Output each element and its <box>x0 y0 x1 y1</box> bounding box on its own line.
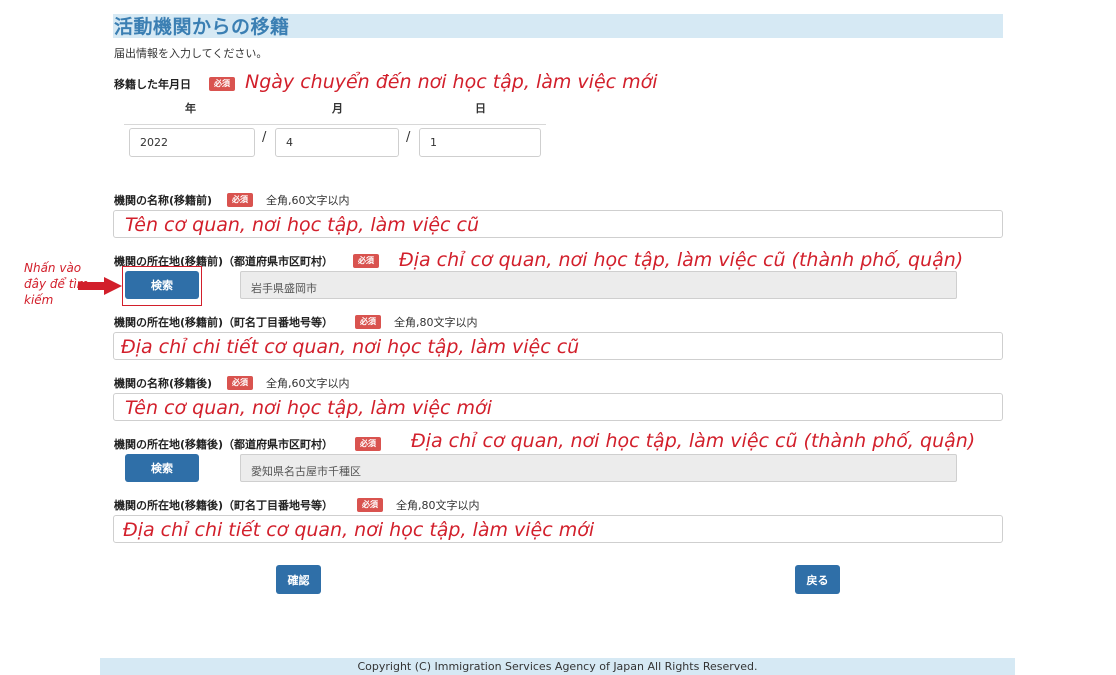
year-header: 年 <box>185 102 196 115</box>
arrow-right-icon <box>78 277 122 295</box>
addr-after-detail-annotation: Địa chỉ chi tiết cơ quan, nơi học tập, l… <box>123 519 595 541</box>
org-before-hint: 全角,60文字以内 <box>266 194 350 207</box>
required-badge: 必須 <box>355 315 381 329</box>
addr-before-city-annotation: Địa chỉ cơ quan, nơi học tập, làm việc c… <box>399 249 964 271</box>
addr-before-detail-hint: 全角,80文字以内 <box>394 316 478 329</box>
addr-before-city-value: 岩手県盛岡市 <box>240 271 957 299</box>
day-input[interactable]: 1 <box>419 128 541 157</box>
addr-before-detail-annotation: Địa chỉ chi tiết cơ quan, nơi học tập, l… <box>121 336 580 358</box>
org-before-annotation: Tên cơ quan, nơi học tập, làm việc cũ <box>125 214 480 236</box>
move-date-annotation: Ngày chuyển đến nơi học tập, làm việc mớ… <box>245 71 658 93</box>
footer-copyright: Copyright (C) Immigration Services Agenc… <box>357 660 758 673</box>
date-separator: / <box>406 130 411 145</box>
org-after-label: 機関の名称(移籍後) <box>114 377 213 390</box>
year-input[interactable]: 2022 <box>129 128 255 157</box>
addr-before-detail-label: 機関の所在地(移籍前)（町名丁目番地号等） <box>114 316 334 329</box>
required-badge: 必須 <box>227 193 253 207</box>
addr-after-city-value: 愛知県名古屋市千種区 <box>240 454 957 482</box>
search-button[interactable]: 検索 <box>125 271 199 299</box>
org-after-annotation: Tên cơ quan, nơi học tập, làm việc mới <box>125 397 492 419</box>
required-badge: 必須 <box>357 498 383 512</box>
day-header: 日 <box>475 102 486 115</box>
addr-after-detail-label: 機関の所在地(移籍後)（町名丁目番地号等） <box>114 499 334 512</box>
month-header: 月 <box>332 102 343 115</box>
back-button[interactable]: 戻る <box>795 565 840 594</box>
search-button[interactable]: 検索 <box>125 454 199 482</box>
month-input[interactable]: 4 <box>275 128 399 157</box>
org-after-hint: 全角,60文字以内 <box>266 377 350 390</box>
addr-after-detail-hint: 全角,80文字以内 <box>396 499 480 512</box>
addr-after-city-annotation: Địa chỉ cơ quan, nơi học tập, làm việc c… <box>411 430 976 452</box>
date-divider <box>124 124 546 125</box>
move-date-label: 移籍した年月日 <box>114 78 191 91</box>
confirm-button[interactable]: 確認 <box>276 565 321 594</box>
page-title: 活動機関からの移籍 <box>114 16 290 38</box>
org-before-label: 機関の名称(移籍前) <box>114 194 213 207</box>
required-badge: 必須 <box>227 376 253 390</box>
required-badge: 必須 <box>353 254 379 268</box>
addr-after-city-label: 機関の所在地(移籍後)（都道府県市区町村） <box>114 438 334 451</box>
required-badge: 必須 <box>209 77 235 91</box>
date-separator: / <box>262 130 267 145</box>
required-badge: 必須 <box>355 437 381 451</box>
page-subtitle: 届出情報を入力してください。 <box>114 47 268 60</box>
